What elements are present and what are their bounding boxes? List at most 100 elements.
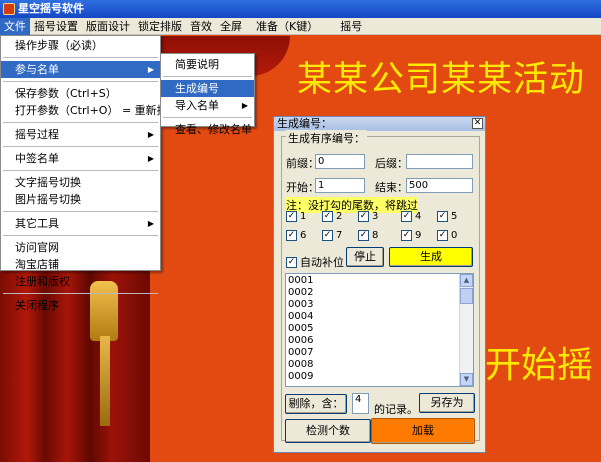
prefix-input[interactable]: 0: [315, 154, 365, 169]
load-button[interactable]: 加载: [371, 418, 475, 444]
list-item[interactable]: 0004: [288, 311, 313, 323]
menu-item-website[interactable]: 访问官网: [1, 239, 160, 256]
submenu-item-view-edit[interactable]: 查看、修改名单: [161, 121, 254, 138]
menu-item-instructions[interactable]: 操作步骤（必读）: [1, 37, 160, 54]
auto-pad-checkbox[interactable]: ✓ 自动补位: [286, 254, 344, 270]
menu-item-taobao[interactable]: 淘宝店铺: [1, 256, 160, 273]
menu-item-draw-process[interactable]: 摇号过程 ▶: [1, 126, 160, 143]
submenu-item-import[interactable]: 导入名单 ▶: [161, 97, 254, 114]
menu-separator: [3, 57, 158, 58]
submenu-item-brief[interactable]: 简要说明: [161, 56, 254, 73]
menu-item-label: 其它工具: [15, 217, 59, 230]
remove-digit-input[interactable]: 4: [352, 393, 369, 414]
menu-prepare[interactable]: 准备（K键）: [252, 18, 322, 35]
menu-separator: [3, 146, 158, 147]
end-input[interactable]: 500: [406, 178, 473, 193]
digit-checkbox[interactable]: ✓ 8: [358, 230, 378, 241]
list-item[interactable]: 0007: [288, 347, 313, 359]
menu-item-label: 中签名单: [15, 152, 59, 165]
digit-checkbox[interactable]: ✓ 2: [322, 211, 342, 222]
submenu-item-generate-numbers[interactable]: 生成编号: [161, 80, 254, 97]
digit-checkbox[interactable]: ✓ 0: [437, 230, 457, 241]
save-as-button[interactable]: 另存为: [419, 393, 475, 413]
menu-separator: [3, 293, 158, 294]
list-item[interactable]: 0008: [288, 359, 313, 371]
checkmark-icon: ✓: [322, 211, 333, 222]
menu-separator: [3, 122, 158, 123]
generate-numbers-dialog: 生成编号： ✕ 生成有序编号： 前缀： 0 后缀： 开始： 1 结束： 500 …: [273, 116, 486, 453]
window-title: 星空摇号软件: [18, 2, 84, 15]
digit-checkbox[interactable]: ✓ 1: [286, 211, 306, 222]
start-input[interactable]: 1: [315, 178, 365, 193]
event-title: 某某公司某某活动: [297, 60, 586, 100]
menu-layout-design[interactable]: 版面设计: [82, 18, 134, 35]
scroll-up-icon[interactable]: ▲: [460, 274, 473, 287]
menu-item-winners[interactable]: 中签名单 ▶: [1, 150, 160, 167]
digit-checkbox[interactable]: ✓ 3: [358, 211, 378, 222]
check-count-button[interactable]: 检测个数: [285, 419, 371, 443]
menu-item-save-params[interactable]: 保存参数（Ctrl+S）: [1, 85, 160, 102]
suffix-input[interactable]: [406, 154, 473, 169]
numbers-listbox[interactable]: 0001 0002 0003 0004 0005 0006 0007 0008 0009 ▲ ▼: [285, 273, 474, 387]
checkmark-icon: ✓: [322, 230, 333, 241]
digit-checkbox[interactable]: ✓ 5: [437, 211, 457, 222]
digit-checkbox[interactable]: ✓ 4: [401, 211, 421, 222]
menu-file[interactable]: 文件: [0, 17, 30, 35]
checkmark-icon: ✓: [401, 211, 412, 222]
checkmark-icon: ✓: [358, 211, 369, 222]
submenu-arrow-icon: ▶: [147, 130, 154, 139]
checkmark-icon: ✓: [286, 256, 297, 268]
file-menu: 操作步骤（必读） 参与名单 ▶ 保存参数（Ctrl+S） 打开参数（Ctrl+O）…: [0, 35, 168, 312]
scroll-down-icon[interactable]: ▼: [460, 373, 473, 386]
menu-item-exit[interactable]: 关闭程序: [1, 297, 160, 314]
list-item[interactable]: 0005: [288, 323, 313, 335]
curtain-tassel-fringe: [100, 336, 110, 426]
list-item[interactable]: 0003: [288, 299, 313, 311]
menu-item-label: 导入名单: [175, 99, 219, 112]
digit-label: 4: [415, 211, 422, 222]
menu-item-register[interactable]: 注册和版权: [1, 273, 160, 290]
dialog-titlebar: 生成编号： ✕: [274, 117, 485, 131]
checkmark-icon: ✓: [286, 211, 297, 222]
list-scrollbar[interactable]: ▲ ▼: [459, 274, 473, 386]
window-titlebar: 星空摇号软件: [0, 0, 601, 18]
menu-draw[interactable]: 摇号: [336, 18, 366, 35]
close-icon[interactable]: ✕: [472, 118, 483, 129]
menu-separator: [3, 211, 158, 212]
submenu-arrow-icon: ▶: [147, 219, 154, 228]
menu-item-image-mode[interactable]: 图片摇号切换: [1, 191, 160, 208]
remove-button[interactable]: 剔除，含：: [285, 394, 347, 414]
menu-item-other-tools[interactable]: 其它工具 ▶: [1, 215, 160, 232]
menu-item-participants[interactable]: 参与名单 ▶: [1, 61, 160, 78]
menu-item-text-mode[interactable]: 文字摇号切换: [1, 174, 160, 191]
checkmark-icon: ✓: [286, 230, 297, 241]
digit-label: 0: [451, 230, 458, 241]
generate-button[interactable]: 生成: [389, 247, 473, 267]
menu-lottery-settings[interactable]: 摇号设置: [30, 18, 82, 35]
list-item[interactable]: 0001: [288, 275, 313, 287]
scroll-thumb[interactable]: [460, 288, 473, 304]
digit-label: 9: [415, 230, 422, 241]
menu-item-open-params[interactable]: 打开参数（Ctrl+O） = 重新抽: [1, 102, 168, 119]
start-draw-text: 开始摇: [485, 345, 594, 386]
submenu-arrow-icon: ▶: [147, 65, 154, 74]
submenu-arrow-icon: ▶: [147, 154, 154, 163]
suffix-label: 后缀：: [375, 157, 408, 170]
list-item[interactable]: 0009: [288, 371, 313, 383]
menu-lock-layout[interactable]: 锁定排版: [134, 18, 186, 35]
digit-label: 5: [451, 211, 458, 222]
digit-checkbox[interactable]: ✓ 7: [322, 230, 342, 241]
submenu-arrow-icon: ▶: [241, 101, 248, 110]
list-item[interactable]: 0006: [288, 335, 313, 347]
digit-checkbox[interactable]: ✓ 6: [286, 230, 306, 241]
menu-fullscreen[interactable]: 全屏: [216, 18, 246, 35]
menu-sound[interactable]: 音效: [186, 18, 216, 35]
records-label: 的记录。: [374, 403, 418, 416]
menu-separator: [3, 170, 158, 171]
digit-checkbox[interactable]: ✓ 9: [401, 230, 421, 241]
numbers-list: 0001 0002 0003 0004 0005 0006 0007 0008 0009: [288, 275, 313, 383]
menu-item-label: 摇号过程: [15, 128, 59, 141]
digit-label: 7: [336, 230, 343, 241]
list-item[interactable]: 0002: [288, 287, 313, 299]
stop-button[interactable]: 停止: [346, 247, 384, 267]
